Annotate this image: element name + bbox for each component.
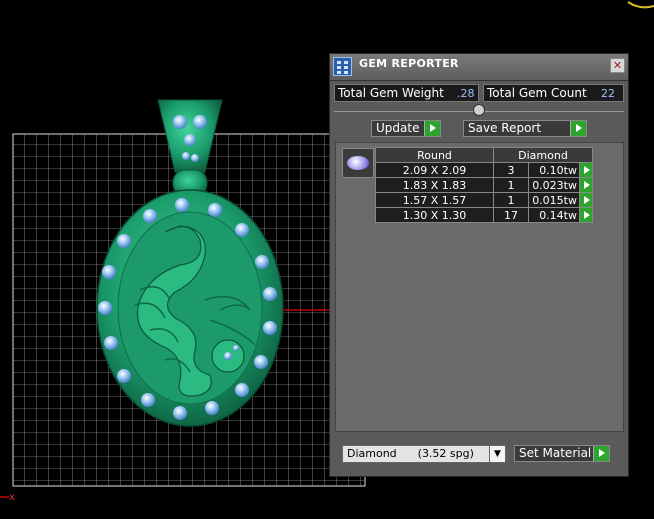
peony-gem xyxy=(233,345,239,351)
halo-gem xyxy=(117,234,131,248)
total-gem-weight-value: .28 xyxy=(457,87,475,100)
gem-size: 1.83 X 1.83 xyxy=(375,177,494,193)
gem-count: 3 xyxy=(493,162,529,178)
dropdown-arrow-icon[interactable]: ▼ xyxy=(489,446,505,462)
halo-gem xyxy=(263,287,277,301)
close-icon: ✕ xyxy=(612,59,623,72)
gem-weight: 0.015tw xyxy=(528,192,580,208)
gem-reporter-app-icon xyxy=(333,57,352,76)
halo-gem xyxy=(104,336,118,350)
gem-weight: 0.14tw xyxy=(528,207,580,223)
total-gem-count-field: Total Gem Count 22 xyxy=(483,84,624,102)
total-gem-count-value: 22 xyxy=(601,87,615,100)
round-gem-icon xyxy=(342,148,374,178)
row-select-button[interactable] xyxy=(579,207,593,223)
row-select-button[interactable] xyxy=(579,177,593,193)
halo-gem xyxy=(255,255,269,269)
total-gem-count-label: Total Gem Count xyxy=(487,86,587,100)
gem-size: 1.30 X 1.30 xyxy=(375,207,494,223)
table-row: 1.83 X 1.83 1 0.023tw xyxy=(375,177,593,193)
gem-weight: 0.10tw xyxy=(528,162,580,178)
row-select-button[interactable] xyxy=(579,162,593,178)
halo-gem xyxy=(173,406,187,420)
material-select-value: Diamond (3.52 spg) xyxy=(347,447,474,460)
axis-label-x: x xyxy=(9,492,15,503)
window-title: GEM REPORTER xyxy=(359,57,459,70)
gem-count: 1 xyxy=(493,192,529,208)
gem-count: 1 xyxy=(493,177,529,193)
corner-gizmo xyxy=(627,1,654,9)
halo-gem xyxy=(143,209,157,223)
bail-gem xyxy=(191,154,199,162)
gem-count: 17 xyxy=(493,207,529,223)
bail-gem xyxy=(184,134,196,146)
halo-gem xyxy=(254,355,268,369)
gem-list-panel: Round Diamond 2.09 X 2.09 3 0.10tw 1.83 … xyxy=(335,142,624,432)
halo-gem xyxy=(205,401,219,415)
gem-size: 1.57 X 1.57 xyxy=(375,192,494,208)
save-report-play-icon xyxy=(570,121,586,136)
material-select[interactable]: Diamond (3.52 spg) ▼ xyxy=(342,445,506,463)
halo-gem xyxy=(141,393,155,407)
halo-gem xyxy=(208,203,222,217)
set-material-play-icon xyxy=(593,446,609,461)
gem-size: 2.09 X 2.09 xyxy=(375,162,494,178)
halo-gem xyxy=(263,321,277,335)
peony-gem xyxy=(224,352,232,360)
save-report-button[interactable]: Save Report xyxy=(463,120,587,137)
halo-gem xyxy=(175,198,189,212)
gem-weight: 0.023tw xyxy=(528,177,580,193)
set-material-label: Set Material xyxy=(519,446,592,460)
slider-thumb[interactable] xyxy=(473,104,485,116)
gem-reporter-window: GEM REPORTER ✕ Total Gem Weight .28 Tota… xyxy=(329,53,629,477)
halo-gem xyxy=(117,369,131,383)
update-label: Update xyxy=(376,121,420,135)
total-gem-weight-field: Total Gem Weight .28 xyxy=(334,84,479,102)
title-bar[interactable]: GEM REPORTER ✕ xyxy=(330,54,628,81)
row-select-button[interactable] xyxy=(579,192,593,208)
bail-gem xyxy=(182,152,190,160)
halo-gem xyxy=(102,265,116,279)
header-material: Diamond xyxy=(493,147,593,163)
table-row: 1.57 X 1.57 1 0.015tw xyxy=(375,192,593,208)
header-shape: Round xyxy=(375,147,494,163)
update-button[interactable]: Update xyxy=(371,120,441,137)
bail-gem xyxy=(193,115,207,129)
halo-gem xyxy=(98,301,112,315)
gem-table-header: Round Diamond xyxy=(375,147,593,163)
gem-table: Round Diamond 2.09 X 2.09 3 0.10tw 1.83 … xyxy=(375,147,593,223)
table-row: 1.30 X 1.30 17 0.14tw xyxy=(375,207,593,223)
halo-gem xyxy=(235,223,249,237)
close-button[interactable]: ✕ xyxy=(610,58,625,73)
save-report-label: Save Report xyxy=(468,121,542,135)
set-material-button[interactable]: Set Material xyxy=(514,445,610,462)
table-row: 2.09 X 2.09 3 0.10tw xyxy=(375,162,593,178)
total-gem-weight-label: Total Gem Weight xyxy=(338,86,444,100)
update-play-icon xyxy=(424,121,440,136)
bail-gem xyxy=(173,115,187,129)
halo-gem xyxy=(235,383,249,397)
